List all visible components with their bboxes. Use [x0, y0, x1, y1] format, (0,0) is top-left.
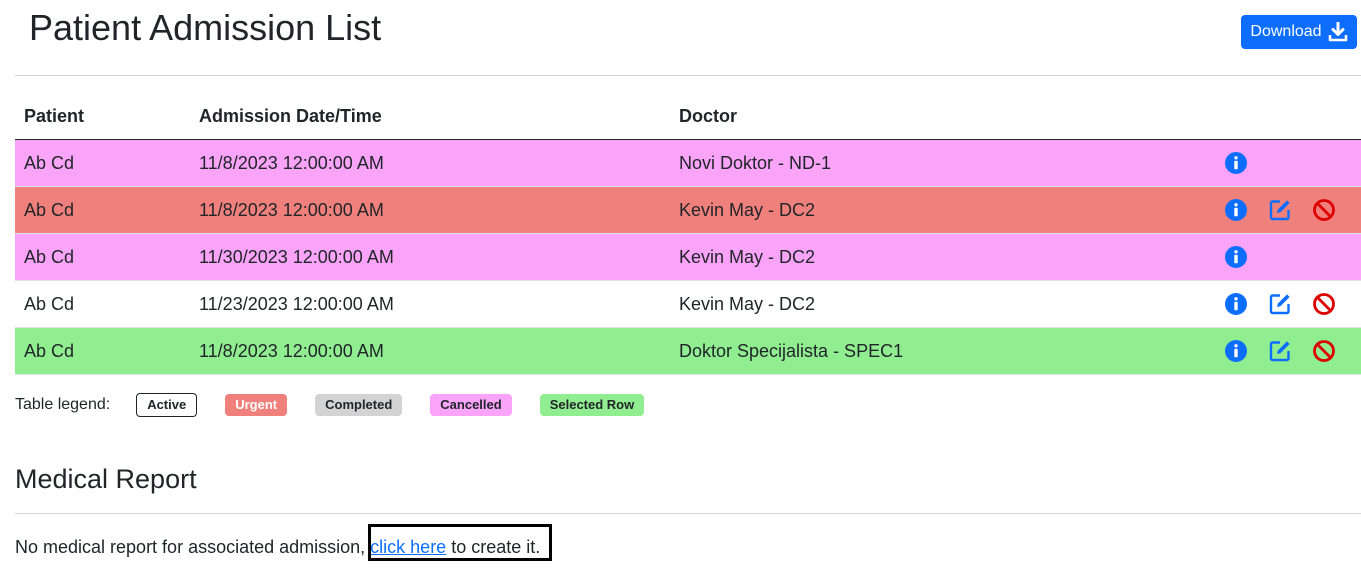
edit-icon[interactable] [1268, 292, 1292, 316]
column-header-patient: Patient [15, 94, 190, 140]
page-title: Patient Admission List [29, 7, 382, 48]
download-icon [1328, 22, 1347, 42]
admission-date-cell: 11/23/2023 12:00:00 AM [190, 280, 670, 328]
column-header-actions [1191, 94, 1361, 140]
admission-date-cell: 11/8/2023 12:00:00 AM [190, 327, 670, 375]
doctor-cell: Kevin May - DC2 [670, 186, 1191, 234]
actions-cell [1191, 280, 1361, 328]
patient-cell: Ab Cd [15, 280, 190, 328]
admission-date-cell: 11/30/2023 12:00:00 AM [190, 233, 670, 281]
header-divider [15, 75, 1361, 76]
patient-cell: Ab Cd [15, 139, 190, 187]
patient-cell: Ab Cd [15, 186, 190, 234]
patient-cell: Ab Cd [15, 233, 190, 281]
table-header-row: Patient Admission Date/Time Doctor [15, 94, 1361, 140]
medical-report-title: Medical Report [15, 464, 197, 494]
info-circle-icon[interactable] [1224, 292, 1248, 316]
info-circle-icon[interactable] [1224, 198, 1248, 222]
table-row[interactable]: Ab Cd 11/8/2023 12:00:00 AM Kevin May - … [15, 186, 1361, 234]
edit-icon[interactable] [1268, 198, 1292, 222]
download-button-label: Download [1250, 23, 1322, 40]
actions-cell [1191, 186, 1361, 234]
actions-cell [1191, 327, 1361, 375]
ban-icon[interactable] [1312, 339, 1336, 363]
table-row[interactable]: Ab Cd 11/23/2023 12:00:00 AM Kevin May -… [15, 280, 1361, 328]
legend-label: Table legend: [15, 396, 111, 413]
section-divider [15, 513, 1361, 514]
info-circle-icon[interactable] [1224, 245, 1248, 269]
doctor-cell: Kevin May - DC2 [670, 280, 1191, 328]
info-circle-icon[interactable] [1224, 339, 1248, 363]
ban-icon[interactable] [1312, 198, 1336, 222]
legend-badge-selected-row: Selected Row [539, 394, 645, 416]
doctor-cell: Novi Doktor - ND-1 [670, 139, 1191, 187]
doctor-cell: Doktor Specijalista - SPEC1 [670, 327, 1191, 375]
table-legend: Table legend: Active Urgent Completed Ca… [15, 393, 672, 417]
legend-badge-cancelled: Cancelled [430, 394, 512, 416]
table-row[interactable]: Ab Cd 11/8/2023 12:00:00 AM Novi Doktor … [15, 139, 1361, 187]
table-row[interactable]: Ab Cd 11/8/2023 12:00:00 AM Doktor Speci… [15, 327, 1361, 375]
legend-badge-urgent: Urgent [225, 394, 288, 416]
admission-date-cell: 11/8/2023 12:00:00 AM [190, 139, 670, 187]
column-header-doctor: Doctor [670, 94, 1191, 140]
download-button[interactable]: Download [1241, 15, 1357, 49]
admission-table: Patient Admission Date/Time Doctor Ab Cd… [15, 94, 1361, 375]
legend-badge-completed: Completed [315, 394, 403, 416]
actions-cell [1191, 233, 1361, 281]
report-text-before: No medical report for associated admissi… [15, 537, 366, 557]
column-header-admission-date: Admission Date/Time [190, 94, 670, 140]
focus-highlight-box [368, 524, 552, 561]
doctor-cell: Kevin May - DC2 [670, 233, 1191, 281]
edit-icon[interactable] [1268, 339, 1292, 363]
info-circle-icon[interactable] [1224, 151, 1248, 175]
legend-badge-active: Active [136, 393, 198, 417]
actions-cell [1191, 139, 1361, 187]
patient-cell: Ab Cd [15, 327, 190, 375]
table-row[interactable]: Ab Cd 11/30/2023 12:00:00 AM Kevin May -… [15, 233, 1361, 281]
ban-icon[interactable] [1312, 292, 1336, 316]
admission-date-cell: 11/8/2023 12:00:00 AM [190, 186, 670, 234]
